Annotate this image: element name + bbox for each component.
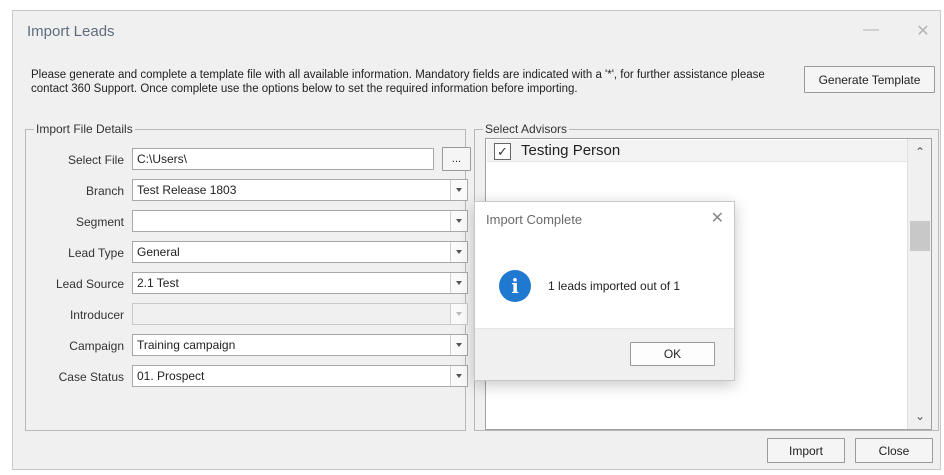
- lead-source-label: Lead Source: [55, 277, 124, 291]
- minimize-icon[interactable]: —: [861, 21, 881, 39]
- scroll-down-icon[interactable]: ⌄: [908, 409, 932, 423]
- chevron-down-icon[interactable]: [450, 211, 467, 231]
- title-bar: Import Leads — ✕: [13, 11, 940, 55]
- dialog-message: 1 leads imported out of 1: [548, 279, 681, 293]
- lead-source-select[interactable]: 2.1 Test: [132, 272, 468, 294]
- branch-label: Branch: [85, 184, 124, 198]
- list-item[interactable]: ✓ Testing Person: [487, 140, 907, 162]
- campaign-label: Campaign: [69, 339, 124, 353]
- dialog-close-icon[interactable]: ✕: [711, 208, 724, 228]
- close-button[interactable]: Close: [855, 438, 933, 463]
- branch-select[interactable]: Test Release 1803: [132, 179, 468, 201]
- dialog-footer: OK: [475, 328, 734, 380]
- scrollbar-thumb[interactable]: [910, 221, 930, 251]
- info-icon: i: [499, 270, 531, 302]
- chevron-down-icon[interactable]: [450, 273, 467, 293]
- window-title: Import Leads: [27, 23, 115, 40]
- advisor-checkbox[interactable]: ✓: [494, 143, 511, 160]
- lead-source-value: 2.1 Test: [137, 276, 179, 290]
- import-complete-dialog: Import Complete ✕ i 1 leads imported out…: [474, 201, 735, 381]
- lead-type-value: General: [137, 245, 180, 259]
- branch-value: Test Release 1803: [137, 183, 237, 197]
- segment-select[interactable]: [132, 210, 468, 232]
- instructions-text: Please generate and complete a template …: [31, 69, 765, 95]
- introducer-label: Introducer: [69, 308, 124, 322]
- list-scrollbar[interactable]: ⌃ ⌄: [907, 139, 931, 429]
- case-status-select[interactable]: 01. Prospect: [132, 365, 468, 387]
- case-status-label: Case Status: [58, 370, 124, 384]
- chevron-down-icon: [450, 304, 467, 324]
- lead-type-select[interactable]: General: [132, 241, 468, 263]
- generate-template-button[interactable]: Generate Template: [804, 66, 935, 93]
- dialog-title: Import Complete: [486, 212, 583, 227]
- lead-type-label: Lead Type: [68, 246, 124, 260]
- select-file-label: Select File: [67, 153, 124, 167]
- segment-label: Segment: [75, 215, 124, 229]
- select-file-input[interactable]: C:\Users\: [132, 148, 434, 170]
- chevron-down-icon[interactable]: [450, 242, 467, 262]
- close-icon[interactable]: ✕: [913, 21, 933, 41]
- case-status-value: 01. Prospect: [137, 369, 205, 383]
- campaign-value: Training campaign: [137, 338, 236, 352]
- chevron-down-icon[interactable]: [450, 366, 467, 386]
- select-advisors-label: Select Advisors: [483, 122, 570, 136]
- import-file-details-label: Import File Details: [34, 122, 135, 136]
- campaign-select[interactable]: Training campaign: [132, 334, 468, 356]
- chevron-down-icon[interactable]: [450, 180, 467, 200]
- import-button[interactable]: Import: [767, 438, 845, 463]
- import-file-details-group: Import File Details Select File C:\Users…: [25, 122, 471, 431]
- scroll-up-icon[interactable]: ⌃: [908, 145, 932, 159]
- chevron-down-icon[interactable]: [450, 335, 467, 355]
- ok-button[interactable]: OK: [630, 342, 715, 366]
- advisor-name: Testing Person: [521, 142, 621, 159]
- browse-button[interactable]: ...: [442, 147, 471, 171]
- introducer-select: [132, 303, 468, 325]
